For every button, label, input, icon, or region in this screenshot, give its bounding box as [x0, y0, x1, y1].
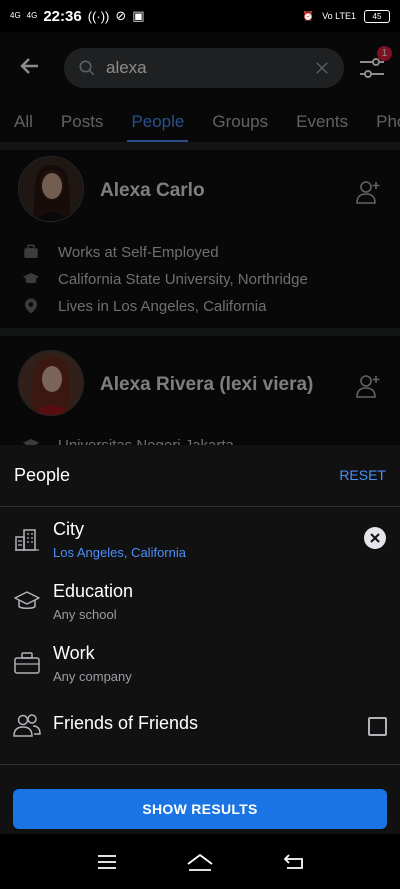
back-arrow-icon[interactable]	[18, 54, 42, 78]
back-icon[interactable]	[279, 850, 307, 874]
filter-button[interactable]: 1	[356, 46, 392, 84]
no-sound-icon: ⊘	[115, 8, 127, 23]
tab-events[interactable]: Events	[282, 102, 362, 142]
location-info: Lives in Los Angeles, California	[22, 297, 266, 315]
location-pin-icon	[25, 298, 37, 314]
briefcase-icon	[24, 244, 38, 258]
tab-photos[interactable]: Pho	[362, 102, 400, 142]
graduation-cap-icon	[22, 439, 40, 445]
home-icon[interactable]	[186, 850, 214, 874]
tab-people[interactable]: People	[117, 102, 198, 142]
hotspot-icon: ((·))	[87, 8, 110, 24]
search-results-page: alexa 1 All Posts People Groups Events P…	[0, 32, 400, 445]
divider	[0, 142, 400, 150]
person-result[interactable]: Alexa Carlo Works at Self-Employed Calif…	[0, 150, 400, 330]
graduation-cap-icon	[14, 591, 40, 609]
filter-label: Friends of Friends	[53, 713, 199, 733]
search-header: alexa 1	[0, 40, 400, 96]
clear-search-icon[interactable]	[314, 60, 330, 76]
person-name[interactable]: Alexa Carlo	[100, 180, 205, 202]
education-text: California State University, Northridge	[58, 270, 308, 288]
filter-value: Los Angeles, California	[53, 545, 186, 560]
person-name[interactable]: Alexa Rivera (lexi viera)	[100, 374, 313, 396]
alarm-icon: ⏰	[302, 10, 315, 21]
filter-label: City	[53, 519, 84, 539]
location-text: Lives in Los Angeles, California	[58, 297, 267, 315]
sheet-title: People	[14, 465, 71, 485]
friends-of-friends-checkbox[interactable]	[368, 717, 387, 736]
volte-indicator: Vo LTE1	[322, 11, 356, 21]
education-text: Universitas Negeri Jakarta	[58, 436, 234, 446]
work-text: Works at Self-Employed	[58, 243, 219, 261]
search-input[interactable]: alexa	[64, 48, 344, 88]
people-filter-sheet: People RESET City Los Angeles, Californi…	[0, 445, 400, 889]
system-navigation-bar	[0, 834, 400, 889]
clear-city-button[interactable]	[364, 527, 386, 549]
sheet-header: People RESET	[0, 445, 400, 507]
filter-value: Any school	[53, 607, 117, 622]
results-tabs: All Posts People Groups Events Pho	[0, 102, 400, 142]
add-friend-icon[interactable]	[354, 178, 382, 206]
filter-label: Education	[53, 581, 134, 601]
clock: 22:36	[43, 7, 82, 25]
search-query: alexa	[106, 58, 147, 77]
add-friend-icon[interactable]	[354, 372, 382, 400]
filter-friends-of-friends[interactable]: Friends of Friends	[0, 693, 400, 755]
tab-all[interactable]: All	[0, 102, 47, 142]
filter-education[interactable]: Education Any school	[0, 569, 400, 631]
friends-icon	[13, 714, 41, 737]
filter-value: Any company	[53, 669, 132, 684]
education-info: California State University, Northridge	[22, 270, 308, 288]
menu-icon[interactable]	[93, 850, 121, 874]
battery-indicator: 45	[364, 9, 390, 23]
city-icon	[15, 529, 39, 551]
avatar	[18, 156, 84, 222]
filter-work[interactable]: Work Any company	[0, 631, 400, 693]
reset-button[interactable]: RESET	[339, 467, 386, 483]
tab-posts[interactable]: Posts	[47, 102, 118, 142]
tab-groups[interactable]: Groups	[198, 102, 282, 142]
avatar	[18, 350, 84, 416]
filter-label: Work	[53, 643, 95, 663]
image-notification-icon: ▣	[132, 8, 145, 23]
work-info: Works at Self-Employed	[22, 243, 219, 261]
filter-count-badge: 1	[377, 46, 392, 61]
filter-city[interactable]: City Los Angeles, California	[0, 507, 400, 569]
search-icon	[79, 60, 95, 76]
education-info: Universitas Negeri Jakarta	[22, 436, 234, 445]
show-results-button[interactable]: SHOW RESULTS	[13, 789, 387, 829]
graduation-cap-icon	[22, 273, 40, 284]
signal-1-indicator: 4G	[10, 11, 21, 20]
close-icon	[370, 533, 380, 543]
status-bar: 4G 4G 22:36 ((·)) ⊘ ▣ ⏰ Vo LTE1 45	[0, 0, 400, 32]
divider	[0, 328, 400, 336]
person-result[interactable]: Alexa Rivera (lexi viera) Universitas Ne…	[0, 336, 400, 445]
briefcase-icon	[14, 652, 40, 674]
divider	[0, 764, 400, 765]
signal-2-indicator: 4G	[26, 11, 38, 20]
